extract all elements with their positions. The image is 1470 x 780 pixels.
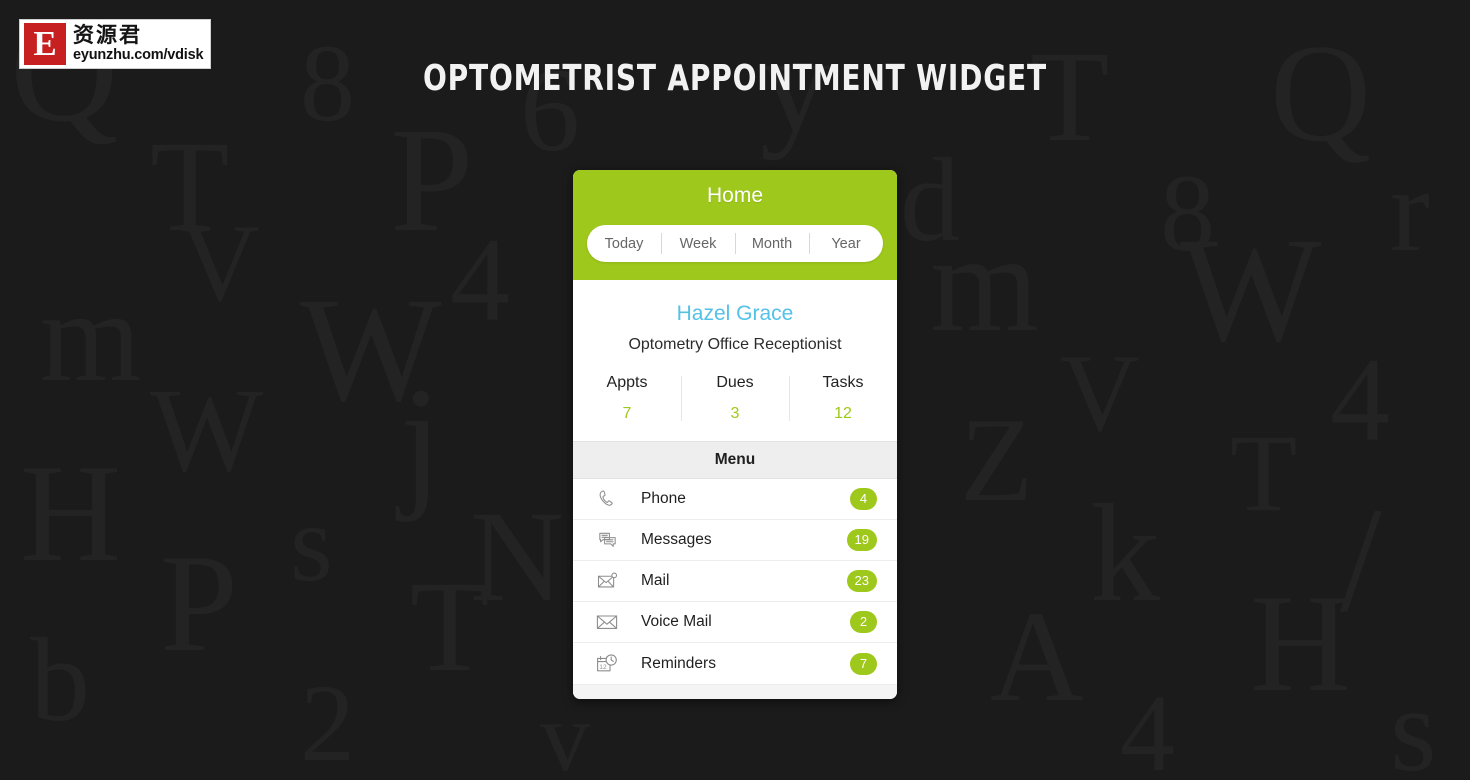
menu-item-reminders[interactable]: 12 Reminders 7 (573, 643, 897, 684)
menu-list: Phone 4 Messages 19 Mail 23 Voice Mail 2… (573, 479, 897, 685)
svg-text:8: 8 (1160, 152, 1215, 274)
page-title: OPTOMETRIST APPOINTMENT WIDGET (423, 58, 1047, 99)
menu-item-voice-mail[interactable]: Voice Mail 2 (573, 602, 897, 644)
menu-item-phone-label: Phone (641, 490, 686, 508)
phone-icon (591, 488, 623, 511)
svg-text:T: T (150, 115, 229, 259)
tab-year[interactable]: Year (809, 225, 883, 262)
menu-item-mail-badge: 23 (846, 570, 877, 593)
svg-text:s: s (290, 482, 333, 604)
messages-icon (591, 529, 623, 552)
widget-footer (573, 684, 897, 700)
reminders-icon: 12 (591, 652, 623, 676)
stat-tasks-value: 12 (834, 405, 852, 423)
profile-name[interactable]: Hazel Grace (583, 302, 887, 326)
stat-tasks[interactable]: Tasks 12 (789, 374, 897, 423)
svg-text:V: V (1060, 332, 1139, 454)
stats-row: Appts 7 Dues 3 Tasks 12 (573, 354, 897, 442)
stat-appts-label: Appts (606, 374, 648, 392)
svg-text:4: 4 (450, 213, 510, 346)
menu-item-voice-mail-badge: 2 (850, 611, 877, 634)
menu-item-reminders-badge: 7 (850, 652, 877, 675)
svg-text:m: m (930, 206, 1039, 361)
tab-month[interactable]: Month (735, 225, 809, 262)
menu-section-header: Menu (573, 441, 897, 480)
voice-mail-icon (591, 610, 623, 634)
menu-item-messages[interactable]: Messages 19 (573, 520, 897, 562)
svg-text:N: N (470, 485, 564, 629)
svg-text:/: / (1340, 477, 1382, 643)
menu-item-phone[interactable]: Phone 4 (573, 479, 897, 521)
stat-dues-value: 3 (730, 405, 740, 423)
stat-appts[interactable]: Appts 7 (573, 374, 681, 423)
svg-text:4: 4 (1330, 333, 1390, 466)
widget-header: Home Today Week Month Year (573, 170, 897, 280)
menu-item-phone-badge: 4 (850, 488, 877, 511)
profile-block: Hazel Grace Optometry Office Receptionis… (573, 280, 897, 355)
menu-item-mail-label: Mail (641, 572, 670, 590)
svg-text:k: k (1090, 476, 1160, 631)
profile-role: Optometry Office Receptionist (628, 336, 842, 354)
svg-text:b: b (30, 613, 90, 746)
svg-text:12: 12 (599, 664, 607, 671)
mail-icon (591, 570, 623, 593)
svg-text:Z: Z (960, 393, 1033, 526)
svg-text:m: m (40, 265, 141, 409)
svg-text:P: P (390, 97, 473, 263)
svg-text:T: T (1230, 412, 1297, 534)
menu-item-messages-badge: 19 (846, 529, 877, 552)
svg-text:V: V (180, 202, 259, 324)
svg-text:W: W (300, 267, 442, 433)
menu-item-mail[interactable]: Mail 23 (573, 561, 897, 603)
svg-text:W: W (150, 363, 264, 496)
svg-text:T: T (410, 555, 489, 699)
svg-text:j: j (395, 357, 442, 523)
stat-appts-value: 7 (622, 405, 632, 423)
svg-text:2: 2 (300, 662, 355, 780)
svg-text:P: P (160, 526, 238, 681)
logo-chinese-name: 资源君 (73, 23, 142, 48)
stat-dues-label: Dues (716, 374, 754, 392)
menu-item-reminders-label: Reminders (641, 654, 716, 672)
tab-today[interactable]: Today (587, 225, 661, 262)
menu-item-voice-mail-label: Voice Mail (641, 613, 712, 631)
tab-week[interactable]: Week (661, 225, 735, 262)
widget-header-title: Home (706, 184, 764, 207)
range-tab-group: Today Week Month Year (587, 225, 883, 262)
logo-e-mark: E (24, 23, 66, 65)
svg-text:r: r (1390, 143, 1430, 276)
svg-text:d: d (900, 133, 960, 266)
svg-text:A: A (990, 585, 1084, 729)
svg-text:s: s (1390, 663, 1437, 780)
svg-text:W: W (1180, 207, 1322, 373)
stat-dues[interactable]: Dues 3 (681, 374, 789, 423)
svg-text:4: 4 (1120, 672, 1175, 780)
stat-tasks-label: Tasks (822, 374, 864, 392)
svg-text:H: H (1250, 566, 1351, 721)
menu-item-messages-label: Messages (641, 531, 712, 549)
appointment-widget-card: Home Today Week Month Year Hazel Grace O… (573, 170, 897, 700)
svg-text:H: H (20, 436, 121, 591)
